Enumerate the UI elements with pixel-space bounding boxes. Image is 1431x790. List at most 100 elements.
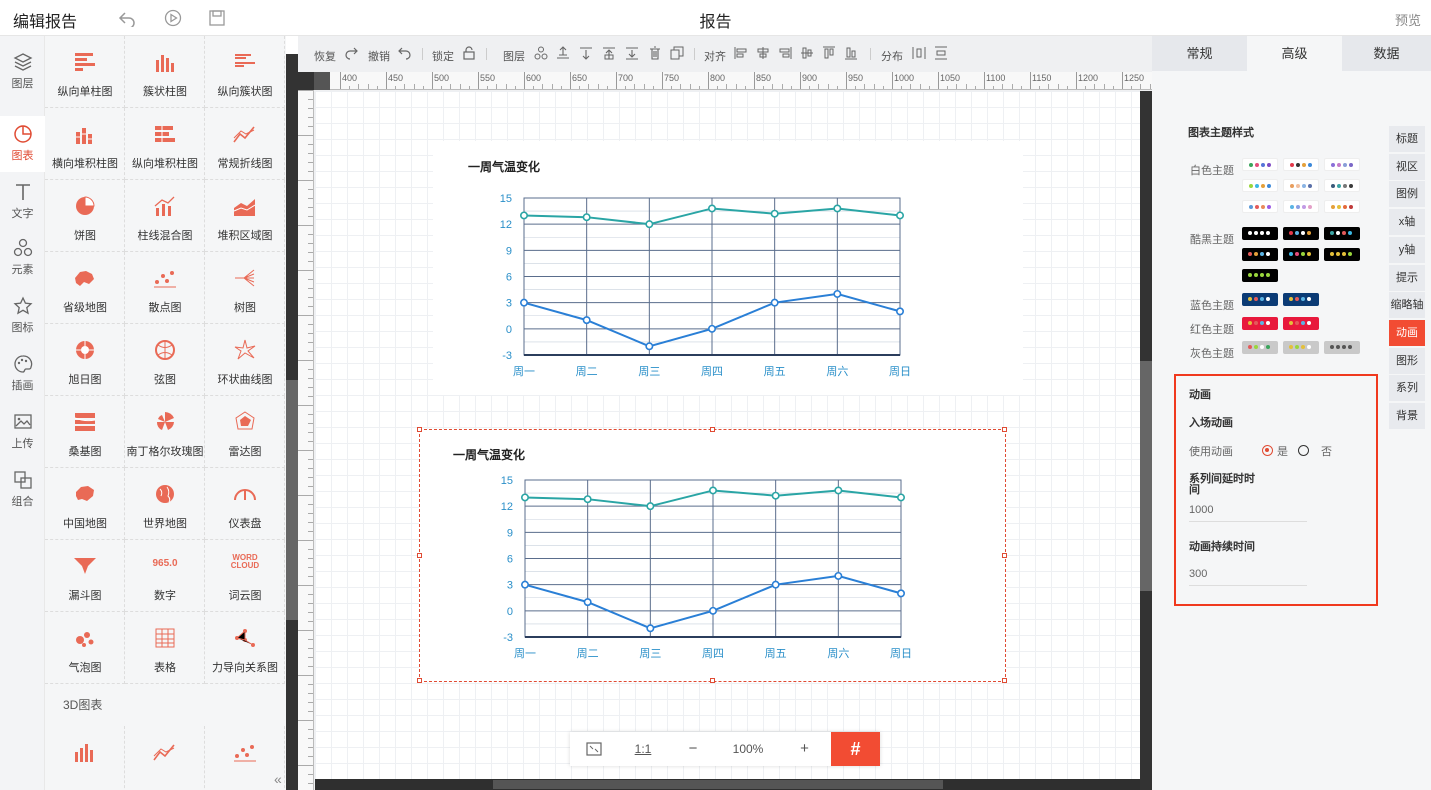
side-tab[interactable]: 系列	[1389, 375, 1425, 402]
data-point[interactable]	[707, 204, 716, 213]
tab-advanced[interactable]: 高级	[1247, 36, 1342, 71]
palette-item[interactable]: 纵向堆积柱图	[125, 108, 205, 180]
data-point[interactable]	[770, 298, 779, 307]
grid-toggle-button[interactable]: #	[831, 732, 880, 766]
data-point[interactable]	[833, 289, 842, 298]
side-tab[interactable]: 背景	[1389, 403, 1425, 429]
palette-item[interactable]: 南丁格尔玫瑰图	[125, 396, 205, 468]
series-delay-input[interactable]: 1000	[1189, 504, 1307, 522]
iconbar-upload[interactable]: 上传	[0, 404, 45, 460]
palette-item[interactable]: 桑基图	[45, 396, 125, 468]
canvas-horizontal-scrollbar-thumb[interactable]	[493, 780, 943, 789]
move-bottom-icon[interactable]	[625, 46, 639, 60]
data-point[interactable]	[707, 324, 716, 333]
palette-item[interactable]: WORD CLOUD 词云图	[205, 540, 285, 612]
lock-button[interactable]: 锁定	[432, 48, 454, 64]
theme-swatch[interactable]	[1283, 200, 1319, 213]
data-point[interactable]	[520, 211, 529, 220]
send-back-icon[interactable]	[579, 46, 593, 60]
theme-swatch[interactable]	[1283, 248, 1319, 261]
theme-swatch[interactable]	[1324, 200, 1360, 213]
palette-item[interactable]: 树图	[205, 252, 285, 324]
layer-group-icon[interactable]	[534, 46, 548, 60]
side-tab[interactable]: 提示	[1389, 264, 1425, 291]
iconbar-layers[interactable]: 图层	[0, 44, 45, 100]
theme-swatch[interactable]	[1242, 158, 1278, 171]
iconbar-icons[interactable]: 图标	[0, 288, 45, 344]
chart-widget-selected[interactable]: 一周气温变化 15 12 9 6 3 0 -3 周一 周二 周三 周四 周五 周六 周日	[417, 427, 1007, 683]
data-point[interactable]	[895, 211, 904, 220]
iconbar-text[interactable]: 文字	[0, 174, 45, 230]
side-tab[interactable]: x轴	[1389, 209, 1425, 236]
palette-item[interactable]: 横向堆积柱图	[45, 108, 125, 180]
palette-item[interactable]: 气泡图	[45, 612, 125, 684]
palette-item[interactable]: 旭日图	[45, 324, 125, 396]
data-point[interactable]	[582, 316, 591, 325]
theme-swatch[interactable]	[1242, 293, 1278, 306]
data-point[interactable]	[895, 307, 904, 316]
align-left-icon[interactable]	[734, 46, 748, 60]
theme-swatch[interactable]	[1283, 158, 1319, 171]
collapse-panel-icon[interactable]: «	[274, 771, 282, 787]
data-point[interactable]	[582, 213, 591, 222]
data-point[interactable]	[770, 209, 779, 218]
palette-item[interactable]: 世界地图	[125, 468, 205, 540]
canvas-vertical-scrollbar-thumb[interactable]	[1140, 361, 1152, 591]
move-top-icon[interactable]	[602, 46, 616, 60]
iconbar-illustration[interactable]: 插画	[0, 346, 45, 402]
palette-item[interactable]: 省级地图	[45, 252, 125, 324]
palette-scrollbar-thumb[interactable]	[286, 380, 298, 620]
preview-button[interactable]: 预览	[1395, 10, 1421, 29]
resize-handle[interactable]	[1002, 553, 1007, 558]
palette-item[interactable]: 中国地图	[45, 468, 125, 540]
delete-icon[interactable]	[648, 46, 662, 60]
side-tab[interactable]: 标题	[1389, 126, 1425, 152]
copy-icon[interactable]	[670, 46, 684, 60]
palette-item[interactable]: 环状曲线图	[205, 324, 285, 396]
theme-swatch[interactable]	[1283, 227, 1319, 240]
theme-swatch[interactable]	[1283, 293, 1319, 306]
align-right-icon[interactable]	[778, 46, 792, 60]
data-point[interactable]	[521, 580, 530, 589]
undo-icon[interactable]	[398, 46, 412, 60]
palette-item[interactable]: 堆积区域图	[205, 180, 285, 252]
theme-swatch[interactable]	[1242, 341, 1278, 354]
tab-data[interactable]: 数据	[1342, 36, 1431, 71]
data-point[interactable]	[646, 502, 655, 511]
side-tab[interactable]: 图例	[1389, 181, 1425, 208]
resize-handle[interactable]	[1002, 427, 1007, 432]
fit-screen-button[interactable]	[570, 732, 618, 766]
palette-item[interactable]: 簇状柱图	[125, 36, 205, 108]
undo-button[interactable]: 撤销	[368, 48, 390, 64]
bring-front-icon[interactable]	[556, 46, 570, 60]
theme-swatch[interactable]	[1242, 227, 1278, 240]
palette-item[interactable]: 常规折线图	[205, 108, 285, 180]
distribute-h-icon[interactable]	[912, 46, 926, 60]
resize-handle[interactable]	[710, 427, 715, 432]
redo-icon[interactable]	[344, 46, 358, 60]
data-point[interactable]	[583, 495, 592, 504]
zoom-in-button[interactable]: +	[778, 732, 831, 766]
theme-swatch[interactable]	[1324, 179, 1360, 192]
align-bottom-icon[interactable]	[844, 46, 858, 60]
data-point[interactable]	[646, 624, 655, 633]
duration-input[interactable]: 300	[1189, 568, 1307, 586]
palette-item[interactable]: 弦图	[125, 324, 205, 396]
redo-button[interactable]: 恢复	[314, 48, 336, 64]
use-animation-no-radio[interactable]	[1298, 445, 1309, 456]
theme-swatch[interactable]	[1242, 200, 1278, 213]
resize-handle[interactable]	[417, 678, 422, 683]
palette-3d-bar[interactable]	[45, 726, 125, 790]
palette-item[interactable]: 漏斗图	[45, 540, 125, 612]
theme-swatch[interactable]	[1283, 341, 1319, 354]
one-to-one-button[interactable]: 1:1	[618, 732, 668, 766]
palette-item[interactable]: 雷达图	[205, 396, 285, 468]
data-point[interactable]	[834, 486, 843, 495]
design-canvas[interactable]: 一周气温变化 15 12 9 6 3 0 -3 周一 周二 周三 周四 周五 周六 周日 一周气温变化 1…	[315, 91, 1140, 779]
iconbar-group[interactable]: 组合	[0, 462, 45, 518]
theme-swatch[interactable]	[1324, 248, 1360, 261]
palette-item[interactable]: 柱线混合图	[125, 180, 205, 252]
palette-3d-scatter[interactable]	[205, 726, 285, 790]
theme-swatch[interactable]	[1242, 248, 1278, 261]
data-point[interactable]	[708, 486, 717, 495]
